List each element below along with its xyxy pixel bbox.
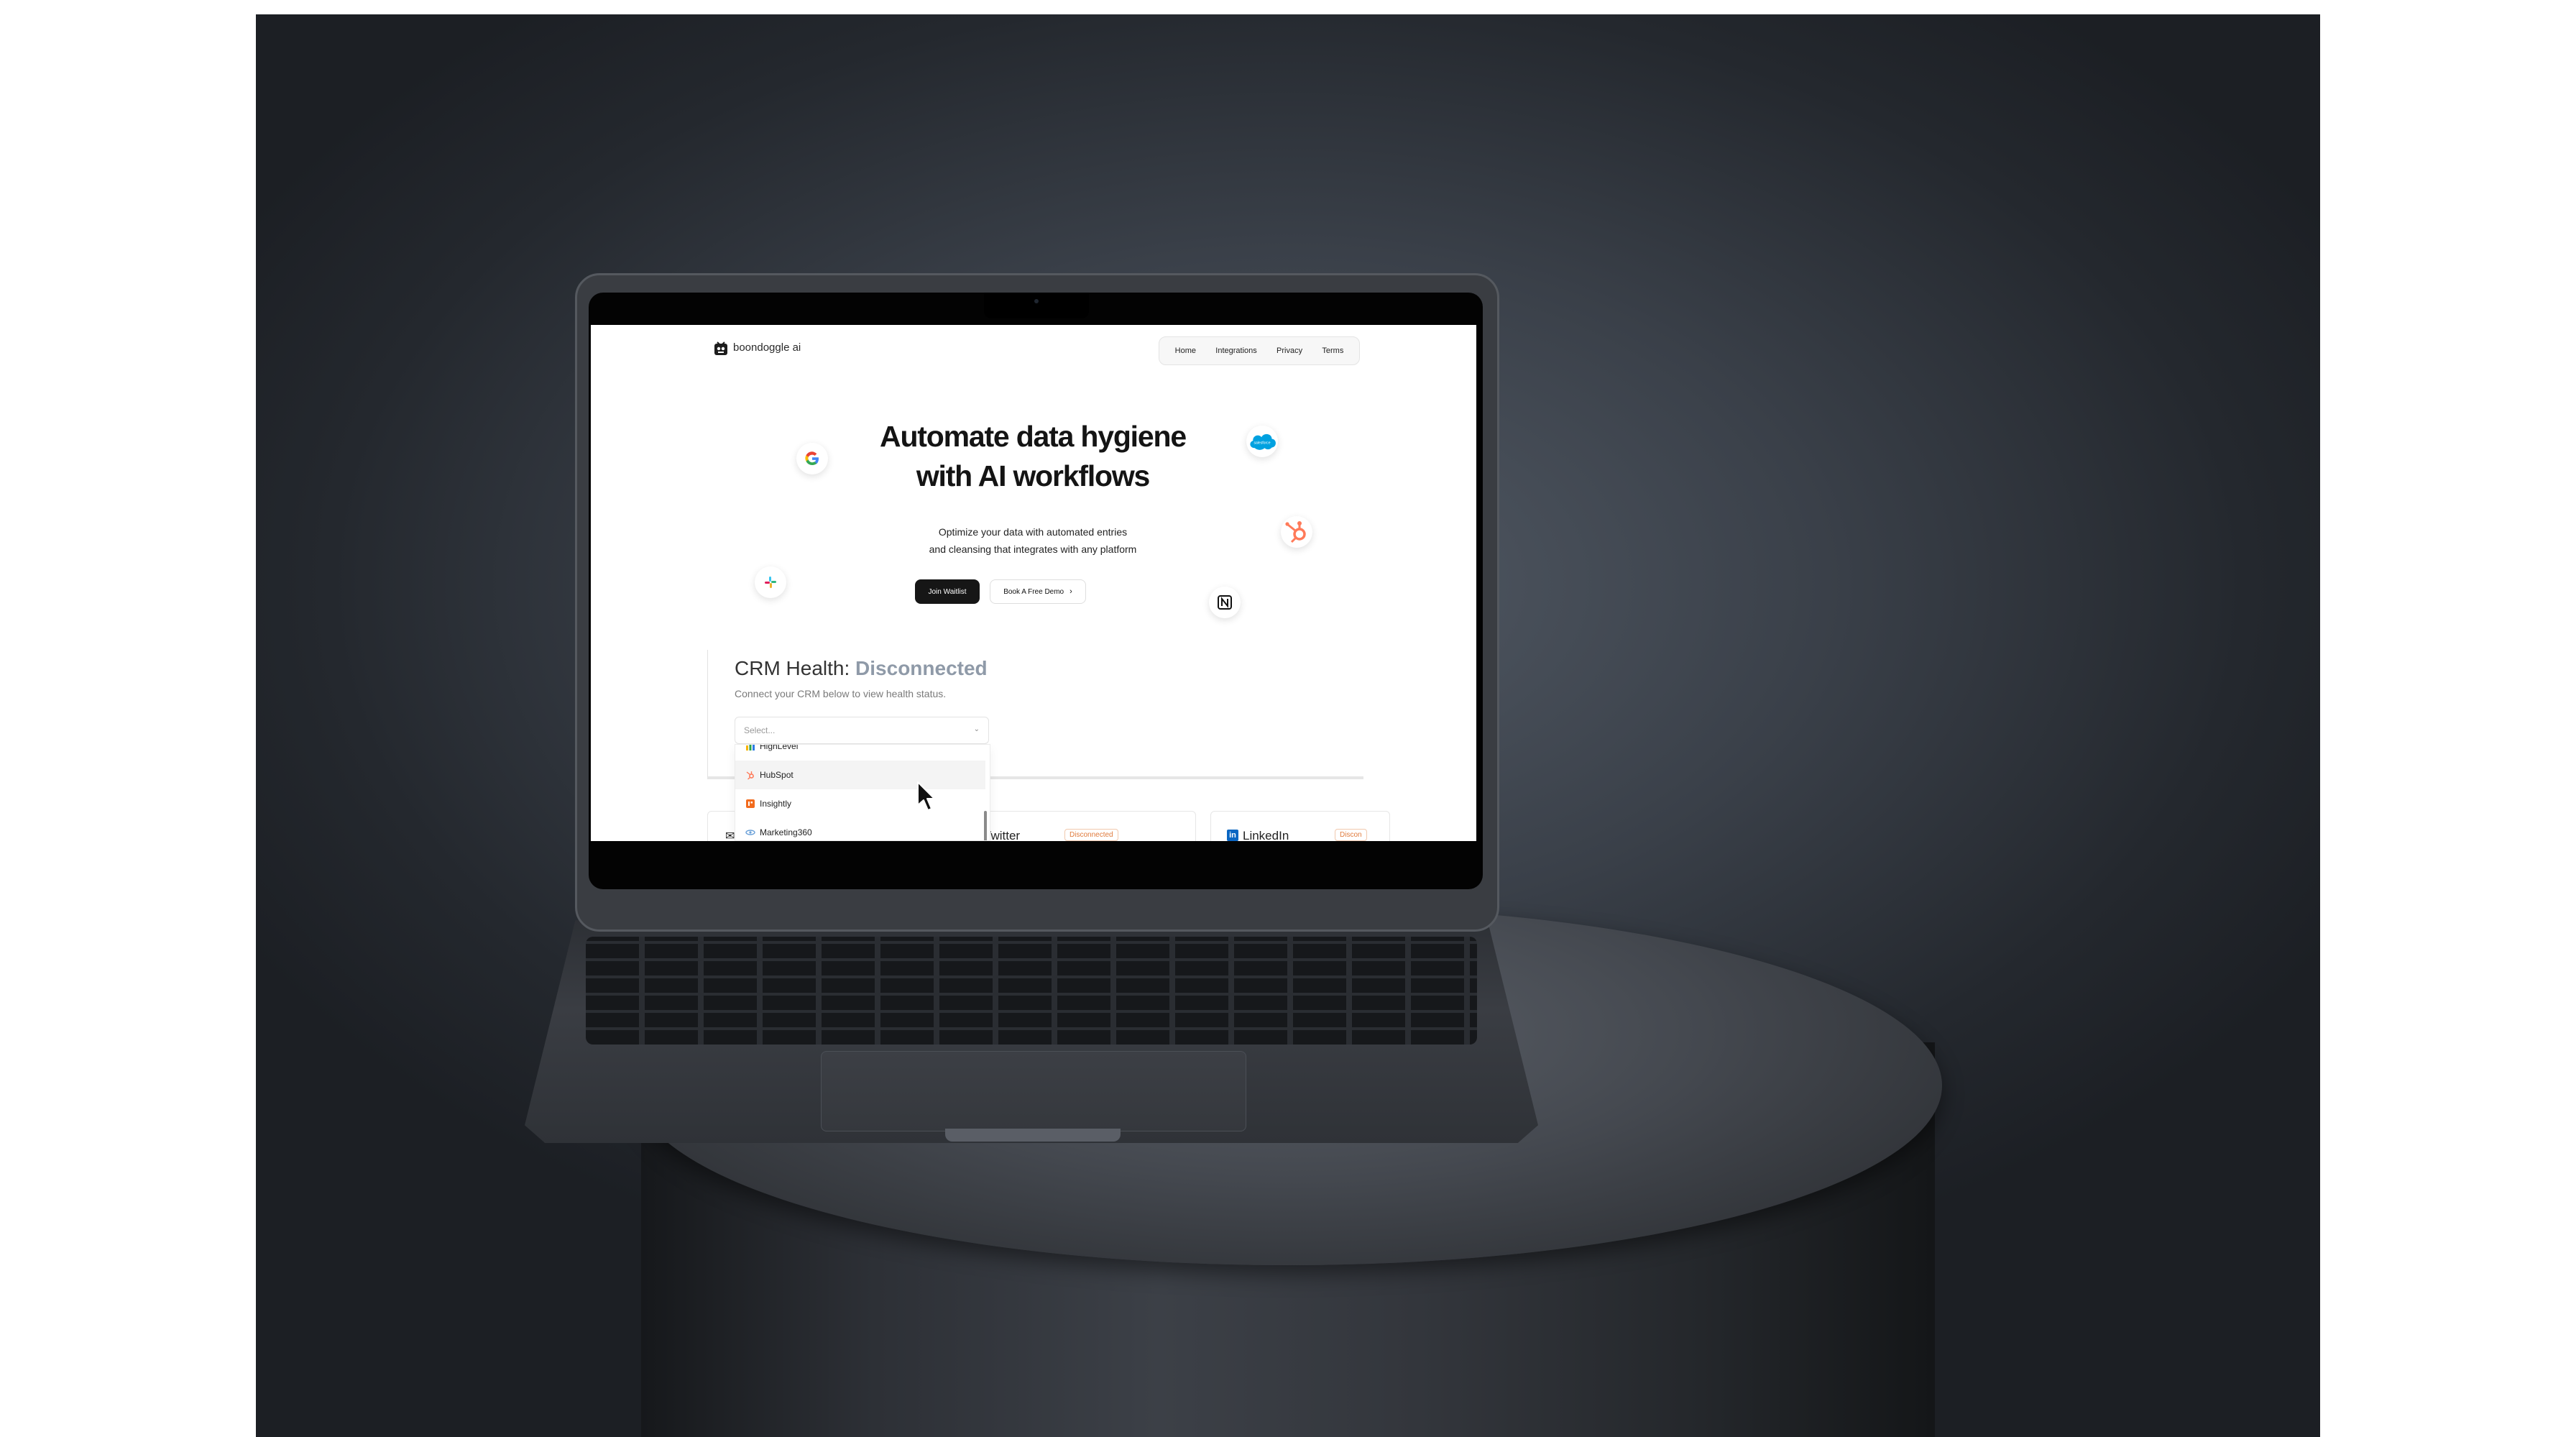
salesforce-logo-text: salesforce [1254, 441, 1270, 445]
notion-icon [1209, 587, 1241, 618]
hero-title-line-2: with AI workflows [916, 459, 1151, 492]
boondoggle-logo-icon[interactable] [712, 339, 730, 358]
dropdown-option-label: HighLevel [760, 744, 799, 751]
integration-name: LinkedIn [1243, 829, 1289, 841]
hubspot-icon [1281, 516, 1312, 548]
integration-card-linkedin[interactable]: in LinkedIn Discon [1210, 811, 1390, 841]
camera-notch [984, 293, 1089, 318]
select-placeholder: Select... [744, 725, 776, 735]
salesforce-icon: salesforce [1246, 426, 1278, 457]
hubspot-icon [745, 770, 755, 780]
crm-status: Disconnected [855, 657, 988, 679]
dropdown-scrollbar[interactable] [984, 811, 987, 840]
mouse-pointer-icon [916, 781, 936, 812]
book-demo-label: Book A Free Demo [1003, 587, 1064, 596]
marketing360-icon [745, 827, 755, 837]
camera-icon [1034, 299, 1039, 303]
nav-home[interactable]: Home [1175, 346, 1196, 355]
nav-integrations[interactable]: Integrations [1215, 346, 1256, 355]
join-waitlist-button[interactable]: Join Waitlist [915, 579, 980, 604]
book-demo-button[interactable]: Book A Free Demo › [990, 579, 1086, 604]
nav-privacy[interactable]: Privacy [1276, 346, 1302, 355]
dropdown-option-label: Insightly [760, 799, 792, 809]
crm-health-title: CRM Health: Disconnected [735, 657, 988, 680]
linkedin-icon: in [1227, 830, 1238, 841]
crm-select[interactable]: Select... ⌄ [735, 717, 989, 744]
dropdown-option-hubspot[interactable]: HubSpot [735, 761, 985, 789]
google-icon [796, 443, 828, 474]
website-screen: boondoggle ai Home Integrations Privacy … [591, 325, 1476, 841]
laptop-trackpad [821, 1051, 1246, 1131]
chevron-down-icon: ⌄ [973, 725, 980, 733]
dropdown-option-marketing360[interactable]: Marketing360 [735, 818, 985, 840]
crm-dropdown-list[interactable]: HighLevel HubSpot Insightly Marketing360 [735, 744, 990, 841]
laptop-hinge-notch [945, 1129, 1121, 1142]
hero-title-line-1: Automate data hygiene [880, 420, 1187, 453]
insightly-icon [745, 799, 755, 809]
hero-subtitle: Optimize your data with automated entrie… [878, 523, 1187, 558]
dropdown-option-highlevel[interactable]: HighLevel [735, 744, 985, 761]
brand-name[interactable]: boondoggle ai [733, 341, 801, 354]
dropdown-option-label: HubSpot [760, 770, 794, 780]
slack-icon [755, 566, 786, 598]
dropdown-option-label: Marketing360 [760, 827, 812, 837]
hero-subtitle-line-2: and cleansing that integrates with any p… [929, 543, 1137, 555]
integration-card-twitter[interactable]: Twitter Disconnected [972, 811, 1196, 841]
status-badge: Discon [1335, 829, 1367, 841]
highlevel-icon [745, 745, 755, 751]
integration-icon: ✉ [725, 830, 735, 841]
crm-title-prefix: CRM Health: [735, 657, 850, 679]
hero-subtitle-line-1: Optimize your data with automated entrie… [938, 526, 1128, 538]
crm-description: Connect your CRM below to view health st… [735, 688, 947, 699]
nav-terms[interactable]: Terms [1322, 346, 1343, 355]
main-nav: Home Integrations Privacy Terms [1159, 336, 1360, 365]
laptop-keyboard [586, 937, 1477, 1045]
status-badge: Disconnected [1064, 829, 1118, 841]
chevron-right-icon: › [1070, 587, 1072, 596]
dropdown-option-insightly[interactable]: Insightly [735, 789, 985, 818]
hero-title: Automate data hygiene with AI workflows [828, 417, 1238, 496]
